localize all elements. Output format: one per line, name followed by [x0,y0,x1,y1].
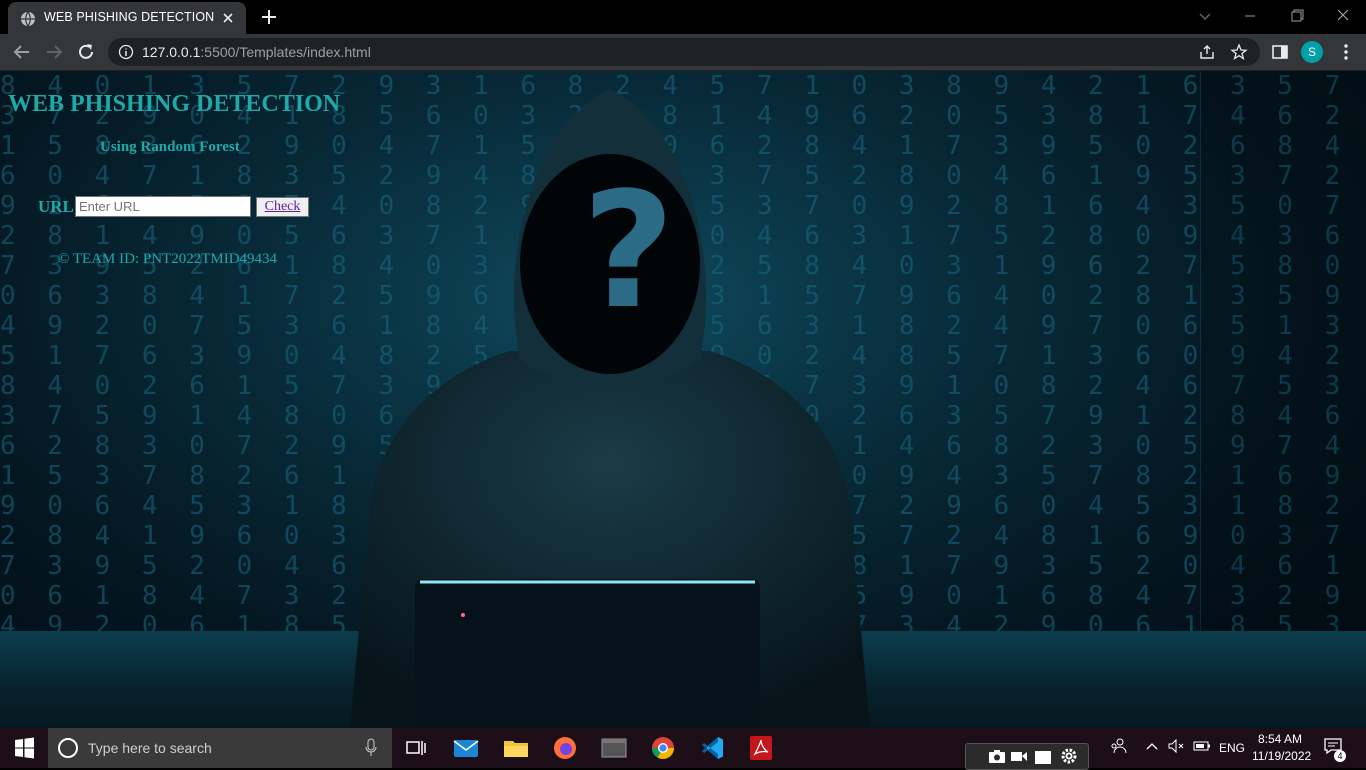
chevron-up-icon[interactable] [1142,736,1162,756]
page-subtitle: Using Random Forest [100,139,240,155]
terminal-icon[interactable] [600,734,628,762]
acrobat-icon[interactable] [747,734,775,762]
share-icon[interactable] [1198,43,1216,61]
settings-gear-icon[interactable] [1060,747,1078,765]
clock-date[interactable]: 11/19/2022 [1252,749,1311,763]
url-path: :5500/Templates/index.html [200,44,371,60]
forward-icon[interactable] [42,40,66,64]
tab-title: WEB PHISHING DETECTION [44,10,215,24]
mail-icon[interactable] [452,734,480,762]
close-tab-icon[interactable] [218,8,238,28]
clock-time[interactable]: 8:54 AM [1258,732,1302,746]
close-window-icon[interactable] [1331,6,1355,26]
minimize-icon[interactable] [1238,6,1262,26]
chrome-icon[interactable] [649,734,677,762]
reload-icon[interactable] [74,40,98,64]
url-input[interactable] [75,196,251,217]
windows-taskbar: Type here to search ENG 8:54 AM 11/19/20… [0,728,1366,770]
video-record-icon[interactable] [1010,747,1028,765]
back-icon[interactable] [10,40,34,64]
camera-icon[interactable] [988,747,1006,765]
url-host: 127.0.0.1 [142,44,201,60]
capture-toolbar [965,743,1089,770]
vscode-icon[interactable] [698,734,726,762]
address-text: 127.0.0.1:5500/Templates/index.html [142,44,371,60]
bookmark-star-icon[interactable] [1230,43,1248,61]
profile-avatar[interactable]: S [1301,41,1323,63]
background-panel-edge [1200,71,1366,728]
notification-count-badge: 4 [1334,750,1346,762]
check-button[interactable]: Check [256,197,309,217]
url-label: URL [38,197,74,216]
info-icon[interactable] [118,44,134,60]
question-mark-glyph: ? [582,157,675,344]
restore-icon[interactable] [1285,6,1309,26]
people-icon[interactable] [1108,736,1128,756]
address-bar[interactable]: 127.0.0.1:5500/Templates/index.html [108,38,1260,66]
search-icon [58,738,78,758]
firefox-icon[interactable] [551,734,579,762]
browser-titlebar: WEB PHISHING DETECTION [0,0,1366,34]
menu-kebab-icon[interactable] [1336,42,1356,62]
task-view-icon[interactable] [402,734,430,762]
team-id-text: © TEAM ID: PNT2022TMID49434 [58,251,278,267]
language-indicator[interactable]: ENG [1219,741,1245,755]
page-title: WEB PHISHING DETECTION [8,91,341,117]
battery-icon[interactable] [1192,736,1212,756]
tab-search-icon[interactable] [1193,6,1217,26]
search-placeholder: Type here to search [88,740,212,756]
taskbar-search-box[interactable]: Type here to search [48,728,392,768]
browser-toolbar: 127.0.0.1:5500/Templates/index.html S [0,34,1366,71]
file-explorer-icon[interactable] [502,734,530,762]
new-tab-icon[interactable] [258,6,280,28]
side-panel-icon[interactable] [1270,42,1290,62]
windows-start-icon[interactable] [0,728,48,768]
volume-muted-icon[interactable] [1166,736,1186,756]
globe-icon [21,11,35,27]
browser-tab[interactable]: WEB PHISHING DETECTION [8,2,246,34]
page-background: 8 4 0 1 3 5 7 2 9 3 1 6 8 2 4 5 7 1 0 3 … [0,71,1366,728]
microphone-icon[interactable] [364,738,378,758]
window-capture-icon[interactable] [1034,747,1052,765]
